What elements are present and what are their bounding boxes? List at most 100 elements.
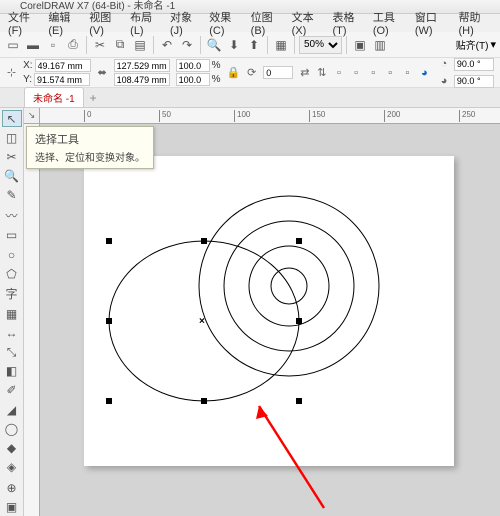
drawing-page[interactable]: × xyxy=(84,156,454,466)
export-icon[interactable]: ⬆ xyxy=(245,36,263,54)
menu-help[interactable]: 帮助(H) xyxy=(456,9,493,37)
selection-center-icon[interactable]: × xyxy=(199,316,205,327)
outline-tool-icon[interactable]: ◯ xyxy=(2,420,22,437)
selection-handle[interactable] xyxy=(296,238,302,244)
workspace: ↖ ◫ ✂ 🔍 ✎ 〰 ▭ ○ ⬠ 字 ▦ ↔ ⤡ ◧ ✐ ◢ ◯ ◆ ◈ ⊕ … xyxy=(0,108,500,516)
selection-handle[interactable] xyxy=(106,398,112,404)
selection-handle[interactable] xyxy=(106,318,112,324)
selection-handle[interactable] xyxy=(106,238,112,244)
ruler-tick: 0 xyxy=(84,110,91,122)
rotation-input[interactable] xyxy=(263,66,293,79)
menu-effects[interactable]: 效果(C) xyxy=(207,9,244,37)
ellipse-tool-icon[interactable]: ○ xyxy=(2,246,22,263)
separator xyxy=(267,36,268,54)
snap-button[interactable]: 贴齐(T) xyxy=(456,37,489,52)
menu-view[interactable]: 视图(V) xyxy=(87,9,124,37)
menu-tools[interactable]: 工具(O) xyxy=(371,9,409,37)
save-icon[interactable]: ▫ xyxy=(44,36,62,54)
x-input[interactable] xyxy=(35,59,91,72)
misc-icon[interactable]: ▫ xyxy=(402,65,413,81)
print-icon[interactable]: ⎙ xyxy=(64,36,82,54)
table-tool-icon[interactable]: ▦ xyxy=(2,305,22,322)
height-input[interactable] xyxy=(114,73,170,86)
open-icon[interactable]: ▬ xyxy=(24,36,42,54)
rulers-icon[interactable]: ▥ xyxy=(371,36,389,54)
menu-layout[interactable]: 布局(L) xyxy=(128,9,164,37)
scale-x-input[interactable] xyxy=(176,59,210,72)
search-icon[interactable]: 🔍 xyxy=(205,36,223,54)
fullscreen-icon[interactable]: ▣ xyxy=(351,36,369,54)
mirror-v-icon[interactable]: ⇅ xyxy=(316,65,327,81)
lock-ratio-icon[interactable]: 🔒 xyxy=(227,65,241,81)
ruler-tick: 200 xyxy=(384,110,400,122)
crop-tool-icon[interactable]: ✂ xyxy=(2,148,22,165)
angle1-input[interactable] xyxy=(454,58,494,71)
cut-icon[interactable]: ✂ xyxy=(91,36,109,54)
zoom-select[interactable]: 50% xyxy=(299,36,342,54)
interactive-fill-icon[interactable]: ◆ xyxy=(2,439,22,456)
mirror-h-icon[interactable]: ⇄ xyxy=(299,65,310,81)
collapse-icon[interactable]: ▣ xyxy=(2,499,22,516)
transparency-tool-icon[interactable]: ◈ xyxy=(2,459,22,476)
menu-window[interactable]: 窗口(W) xyxy=(413,9,453,37)
copy-icon[interactable]: ⧉ xyxy=(111,36,129,54)
scale-y-input[interactable] xyxy=(176,73,210,86)
expand-icon[interactable]: ⊕ xyxy=(2,480,22,497)
rectangle-tool-icon[interactable]: ▭ xyxy=(2,227,22,244)
position-icon: ⊹ xyxy=(6,65,17,81)
selection-handle[interactable] xyxy=(296,398,302,404)
menu-file[interactable]: 文件(F) xyxy=(6,9,42,37)
eyedropper-tool-icon[interactable]: ✐ xyxy=(2,382,22,399)
menu-bitmap[interactable]: 位图(B) xyxy=(249,9,286,37)
misc-icon[interactable]: ▫ xyxy=(385,65,396,81)
misc-icon[interactable]: ▫ xyxy=(333,65,344,81)
text-tool-icon[interactable]: 字 xyxy=(2,284,22,303)
horizontal-ruler[interactable]: 0 50 100 150 200 250 xyxy=(40,108,500,124)
size-group xyxy=(114,59,170,86)
artistic-tool-icon[interactable]: 〰 xyxy=(2,206,22,225)
shape-tool-icon[interactable]: ◫ xyxy=(2,129,22,146)
x-label: X: xyxy=(23,60,32,71)
fill-tool-icon[interactable]: ◢ xyxy=(2,401,22,418)
connector-tool-icon[interactable]: ⤡ xyxy=(2,344,22,361)
canvas-area[interactable]: ↘ 0 50 100 150 200 250 选择工具 选择、定位和变换对象。 xyxy=(24,108,500,516)
pick-tool-icon[interactable]: ↖ xyxy=(2,110,22,127)
separator xyxy=(294,36,295,54)
separator xyxy=(346,36,347,54)
freehand-tool-icon[interactable]: ✎ xyxy=(2,187,22,204)
toolbox: ↖ ◫ ✂ 🔍 ✎ 〰 ▭ ○ ⬠ 字 ▦ ↔ ⤡ ◧ ✐ ◢ ◯ ◆ ◈ ⊕ … xyxy=(0,108,24,516)
import-icon[interactable]: ⬇ xyxy=(225,36,243,54)
selection-handle[interactable] xyxy=(201,238,207,244)
zoom-tool-icon[interactable]: 🔍 xyxy=(2,167,22,184)
document-tab[interactable]: 未命名 -1 xyxy=(24,87,84,107)
width-input[interactable] xyxy=(114,59,170,72)
dimension-tool-icon[interactable]: ↔ xyxy=(2,324,22,341)
tooltip-desc: 选择、定位和变换对象。 xyxy=(35,149,145,164)
vertical-ruler[interactable] xyxy=(24,124,40,516)
menu-bar: 文件(F) 编辑(E) 视图(V) 布局(L) 对象(J) 效果(C) 位图(B… xyxy=(0,14,500,32)
paste-icon[interactable]: ▤ xyxy=(131,36,149,54)
publish-icon[interactable]: ▦ xyxy=(272,36,290,54)
undo-icon[interactable]: ↶ xyxy=(158,36,176,54)
percent-label: % xyxy=(212,74,221,85)
selection-handle[interactable] xyxy=(201,398,207,404)
menu-table[interactable]: 表格(T) xyxy=(330,9,366,37)
add-tab-icon[interactable]: + xyxy=(84,89,103,107)
ruler-tick: 100 xyxy=(234,110,250,122)
ruler-origin-icon[interactable]: ↘ xyxy=(24,108,40,124)
separator xyxy=(86,36,87,54)
redo-icon[interactable]: ↷ xyxy=(178,36,196,54)
snap-dropdown-icon[interactable]: ▾ xyxy=(490,38,496,51)
menu-object[interactable]: 对象(J) xyxy=(168,9,203,37)
effects-tool-icon[interactable]: ◧ xyxy=(2,363,22,380)
misc-icon[interactable]: ▫ xyxy=(368,65,379,81)
polygon-tool-icon[interactable]: ⬠ xyxy=(2,265,22,282)
y-input[interactable] xyxy=(34,73,90,86)
angle2-input[interactable] xyxy=(454,75,494,88)
selection-handle[interactable] xyxy=(296,318,302,324)
menu-edit[interactable]: 编辑(E) xyxy=(46,9,83,37)
pie-icon[interactable]: ◕ xyxy=(419,65,430,81)
menu-text[interactable]: 文本(X) xyxy=(290,9,327,37)
misc-icon[interactable]: ▫ xyxy=(351,65,362,81)
new-icon[interactable]: ▭ xyxy=(4,36,22,54)
